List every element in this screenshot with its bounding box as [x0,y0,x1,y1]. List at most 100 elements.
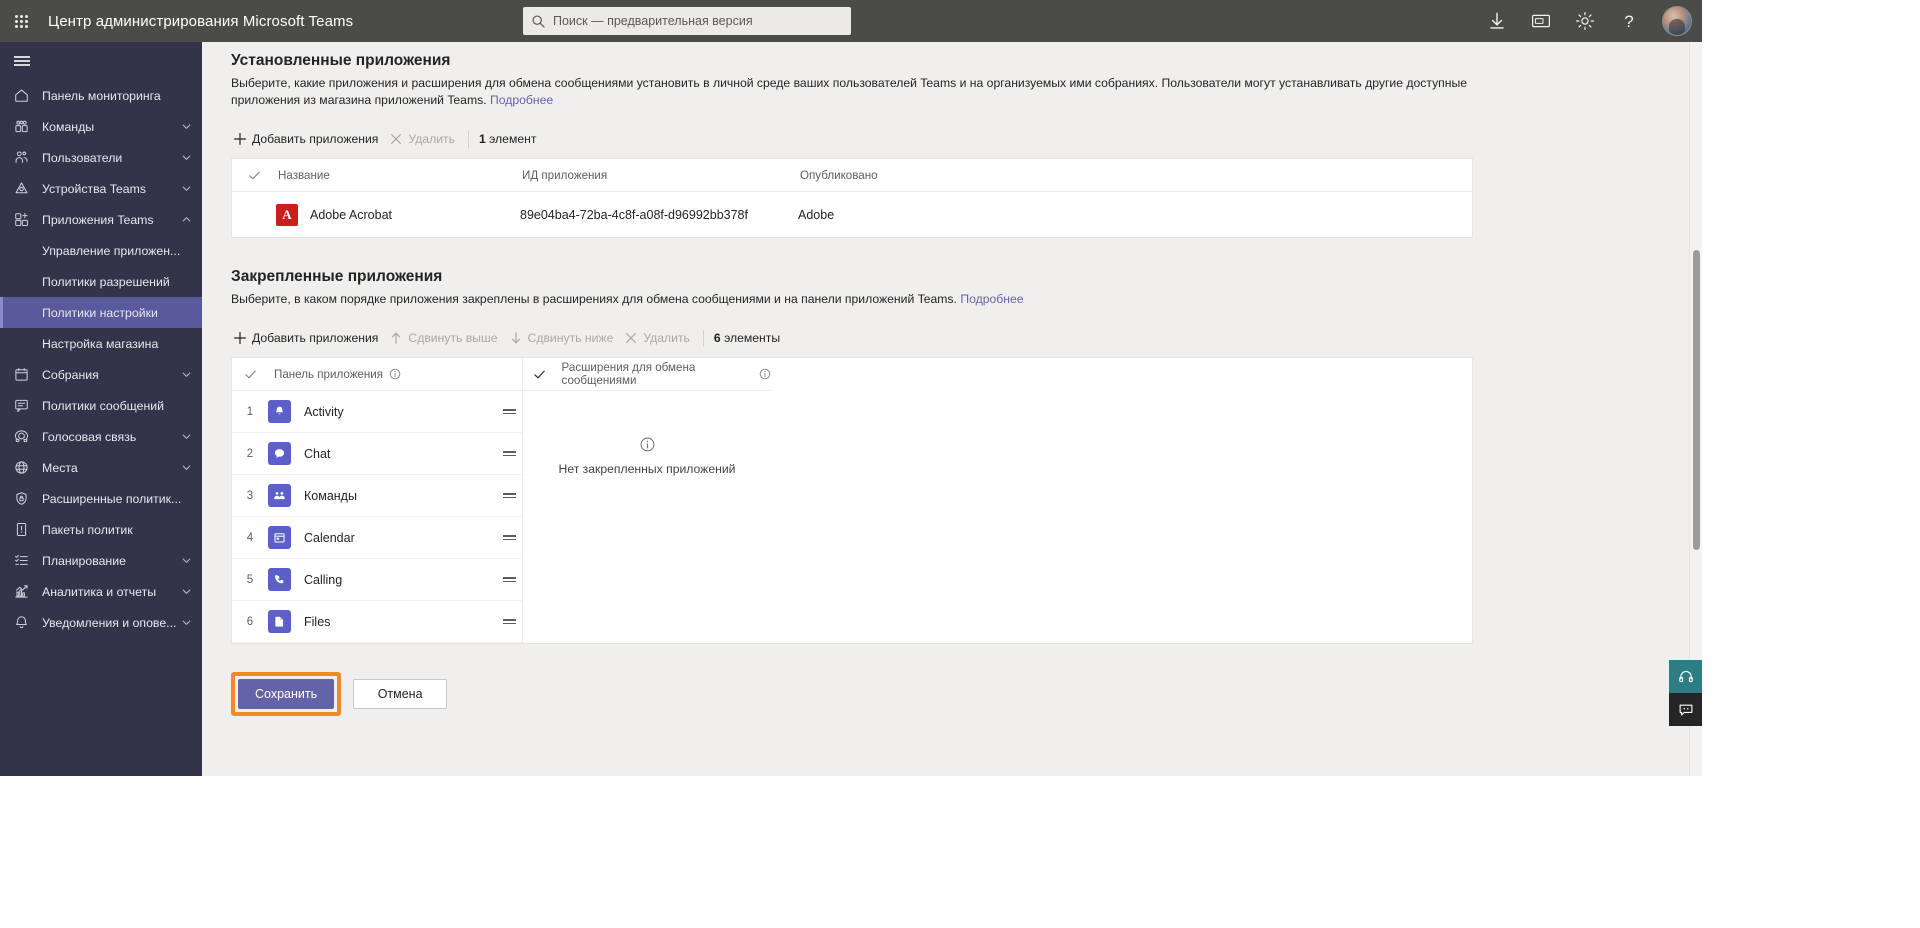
pinned-app-row[interactable]: 5Calling [232,559,522,601]
sidebar-item-аналитика-и-отчеты[interactable]: Аналитика и отчеты [0,576,202,607]
move-down-button[interactable]: Сдвинуть ниже [507,326,623,350]
arrow-down-icon [509,331,523,345]
messaging-extensions-panel: Расширения для обмена сообщениями Нет за… [523,358,771,476]
pinned-app-row[interactable]: 4Calendar [232,517,522,559]
messaging-select-all[interactable] [523,368,556,381]
drag-handle-icon[interactable] [496,533,522,542]
cancel-button[interactable]: Отмена [353,679,447,709]
drag-handle-icon[interactable] [496,449,522,458]
sidebar-item-label: Настройка магазина [42,337,192,351]
chevron-down-icon[interactable] [181,586,192,597]
pinned-learn-more-link[interactable]: Подробнее [960,292,1023,306]
sidebar-item-пакеты-политик[interactable]: Пакеты политик [0,514,202,545]
table-row[interactable]: A Adobe Acrobat 89e04ba4-72ba-4c8f-a08f-… [232,192,1472,237]
sidebar-item-расширенные-политик[interactable]: Расширенные политик... [0,483,202,514]
select-all-checkbox[interactable] [232,169,276,182]
message-icon [13,397,30,414]
sidebar-item-label: Устройства Teams [42,182,181,196]
scrollbar-thumb[interactable] [1693,250,1700,550]
pinned-app-row[interactable]: 1 Activity [232,391,522,433]
drag-handle-icon[interactable] [496,575,522,584]
search-input[interactable]: Поиск — предварительная версия [523,7,851,35]
chevron-down-icon[interactable] [181,121,192,132]
delete-label-installed: Удалить [408,132,455,146]
chevron-down-icon[interactable] [181,152,192,163]
sidebar-item-настройка-магазина[interactable]: Настройка магазина [0,328,202,359]
sidebar-item-пользователи[interactable]: Пользователи [0,142,202,173]
chevron-down-icon[interactable] [181,462,192,473]
sidebar-item-места[interactable]: Места [0,452,202,483]
gear-icon[interactable] [1574,10,1596,32]
chevron-down-icon[interactable] [181,555,192,566]
feedback-chat-icon[interactable] [1669,693,1702,726]
pinned-app-row[interactable]: 2 Chat [232,433,522,475]
sidebar-item-устройства-teams[interactable]: Устройства Teams [0,173,202,204]
whats-new-icon[interactable] [1530,10,1552,32]
sidebar-item-управление-приложен[interactable]: Управление приложен... [0,235,202,266]
chevron-down-icon[interactable] [181,617,192,628]
save-button[interactable]: Сохранить [238,679,334,709]
column-header-name[interactable]: Название [276,169,520,182]
sidebar-item-политики-настройки[interactable]: Политики настройки [0,297,202,328]
sidebar-item-label: Расширенные политик... [42,492,192,506]
sidebar-item-собрания[interactable]: Собрания [0,359,202,390]
pinned-app-name: Команды [304,489,496,503]
messaging-extensions-header-label: Расширения для обмена сообщениями [562,361,753,387]
drag-handle-icon[interactable] [496,617,522,626]
sidebar-item-голосовая-связь[interactable]: Голосовая связь [0,421,202,452]
support-headset-icon[interactable] [1669,660,1702,693]
sidebar-item-команды[interactable]: Команды [0,111,202,142]
drag-handle-icon[interactable] [496,491,522,500]
pinned-app-name: Activity [304,405,496,419]
sidebar-item-label: Панель мониторинга [42,89,192,103]
download-icon[interactable] [1486,10,1508,32]
sidebar-item-label: Управление приложен... [42,244,192,258]
help-icon[interactable]: ? [1618,10,1640,32]
sidebar-item-label: Приложения Teams [42,213,181,227]
sidebar-item-планирование[interactable]: Планирование [0,545,202,576]
sidebar-item-политики-сообщений[interactable]: Политики сообщений [0,390,202,421]
package-icon [13,521,30,538]
drag-handle-icon[interactable] [496,407,522,416]
add-apps-button-pinned[interactable]: Добавить приложения [231,326,387,350]
shield-lock-icon [13,490,30,507]
sidebar-item-панель-мониторинга[interactable]: Панель мониторинга [0,80,202,111]
pinned-app-order: 2 [232,448,268,460]
apps-icon [13,211,30,228]
installed-learn-more-link[interactable]: Подробнее [490,93,553,107]
calendar-icon [13,366,30,383]
app-launcher-icon[interactable] [0,0,42,42]
chevron-down-icon[interactable] [181,369,192,380]
teams-people-icon [268,484,291,507]
hamburger-menu-icon[interactable] [0,42,202,80]
sidebar-item-уведомления-и-опове[interactable]: Уведомления и опове... [0,607,202,638]
pinned-app-order: 1 [232,406,268,418]
adobe-acrobat-icon: A [276,204,298,226]
column-header-app-id[interactable]: ИД приложения [520,169,798,182]
info-icon[interactable] [389,368,401,380]
search-placeholder: Поиск — предварительная версия [553,14,753,28]
sidebar-item-label: Политики настройки [42,306,192,320]
arrow-up-icon [389,331,403,345]
chevron-down-icon[interactable] [181,183,192,194]
move-up-button[interactable]: Сдвинуть выше [387,326,506,350]
sidebar-item-приложения-teams[interactable]: Приложения Teams [0,204,202,235]
column-header-published[interactable]: Опубликовано [798,169,998,182]
delete-button-installed[interactable]: Удалить [387,127,464,151]
add-apps-button-installed[interactable]: Добавить приложения [231,127,387,151]
pinned-app-row[interactable]: 3Команды [232,475,522,517]
avatar[interactable] [1662,6,1692,36]
delete-button-pinned[interactable]: Удалить [622,326,699,350]
pinned-app-name: Chat [304,447,496,461]
info-icon[interactable] [759,368,771,380]
pinned-apps-description: Выберите, в каком порядке приложения зак… [231,291,1496,308]
app-bar-select-all[interactable] [232,368,268,381]
sidebar-item-label: Уведомления и опове... [42,616,181,630]
chevron-down-icon[interactable] [181,431,192,442]
chevron-up-icon[interactable] [181,214,192,225]
sidebar-item-политики-разрешений[interactable]: Политики разрешений [0,266,202,297]
sidebar-item-label: Аналитика и отчеты [42,585,181,599]
pinned-app-row[interactable]: 6Files [232,601,522,643]
installed-apps-table: Название ИД приложения Опубликовано A Ad… [231,158,1473,238]
device-icon [13,180,30,197]
